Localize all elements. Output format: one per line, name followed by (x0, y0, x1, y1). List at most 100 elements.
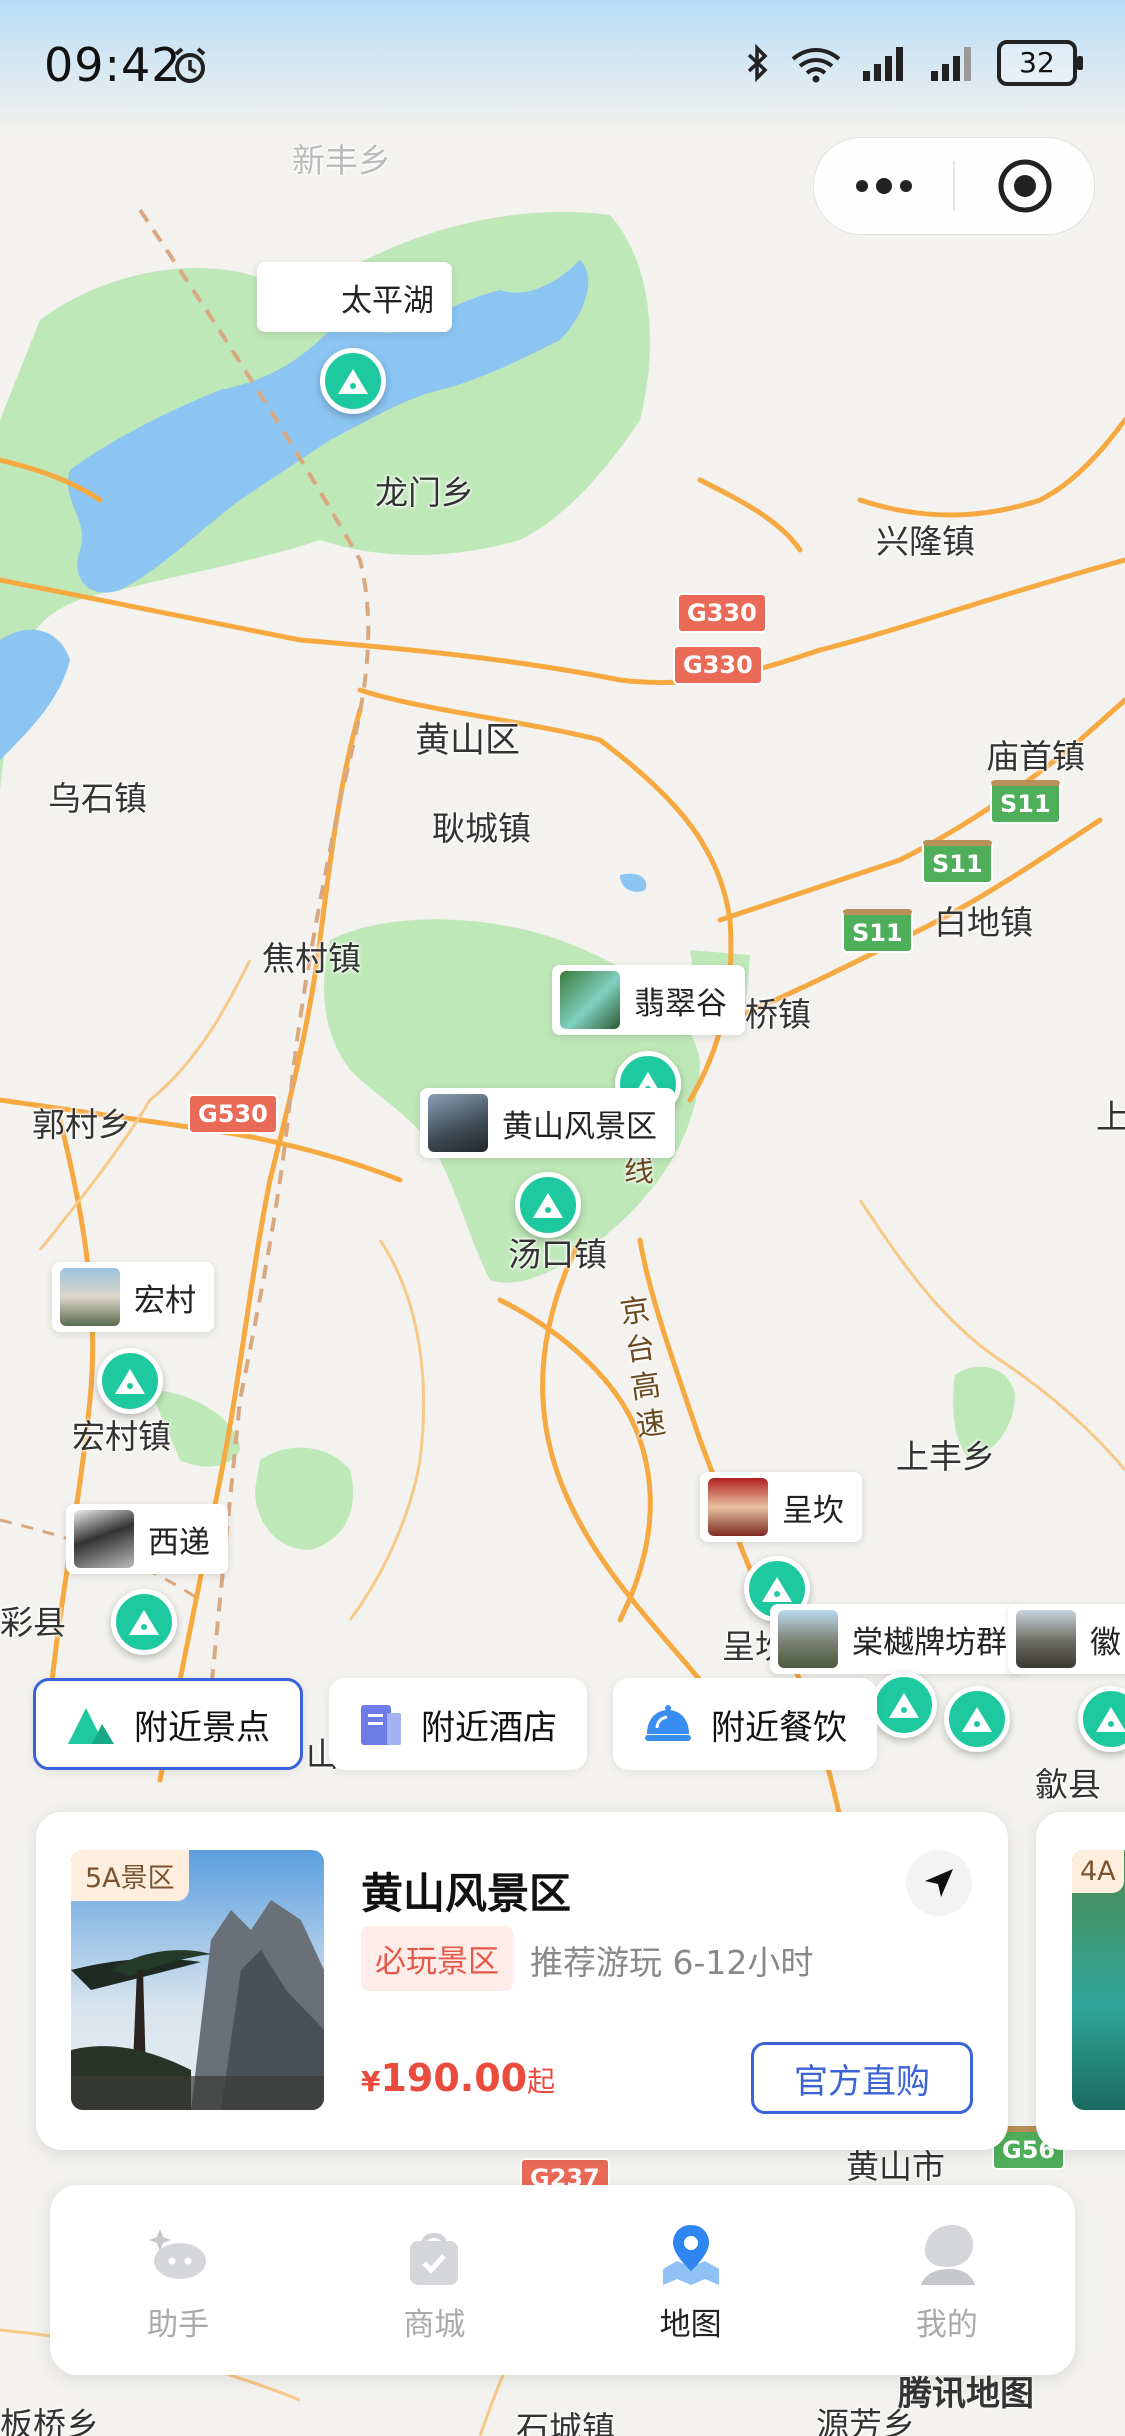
tab-label: 地图 (659, 2306, 722, 2343)
poi-pin[interactable] (944, 1686, 1010, 1752)
poi-chip-hongcun[interactable]: 宏村 (52, 1262, 214, 1332)
target-close-icon (998, 159, 1051, 213)
poi-name: 太平湖 (341, 282, 434, 319)
tab-label: 我的 (915, 2306, 978, 2343)
place-label: 彩县 (0, 1603, 66, 1642)
place-label: 石城镇 (516, 2409, 615, 2436)
poi-pin[interactable] (871, 1672, 937, 1738)
dining-icon (645, 1705, 691, 1741)
card-title: 黄山风景区 (361, 1869, 572, 1918)
poi-name: 黄山风景区 (502, 1108, 657, 1145)
assistant-icon (149, 2228, 207, 2279)
place-label: 耿城镇 (432, 809, 531, 848)
mountain-icon (68, 1708, 114, 1744)
poi-pin[interactable] (320, 348, 386, 414)
place-label: 上 (1096, 1097, 1125, 1136)
mountain-icon (889, 1693, 919, 1718)
navigation-arrow-icon (925, 1869, 953, 1897)
place-label: 庙首镇 (986, 737, 1085, 776)
mini-program-capsule (813, 137, 1095, 235)
signal-icon (931, 47, 971, 81)
mountain-icon (338, 369, 368, 394)
place-label: 歙县 (1035, 1765, 1101, 1804)
road-badge: G330 (677, 593, 767, 633)
road-badge: G330 (673, 645, 763, 685)
official-buy-button[interactable]: 官方直购 (751, 2042, 973, 2114)
poi-pin[interactable] (97, 1348, 163, 1414)
place-label: 龙门乡 (375, 473, 474, 512)
place-label: 黄山区 (415, 721, 521, 761)
price-value: 190.00 (380, 2056, 528, 2100)
filter-label: 附近景点 (134, 1707, 270, 1748)
filter-nearby-hotel[interactable]: 附近酒店 (329, 1678, 587, 1770)
battery-icon: 32 (997, 40, 1083, 86)
place-label: 郭村乡 (32, 1105, 131, 1144)
close-button[interactable] (955, 138, 1094, 234)
hotel-icon (361, 1705, 401, 1745)
poi-thumbnail (1016, 1610, 1076, 1668)
filter-nearby-scenic[interactable]: 附近景点 (33, 1678, 303, 1770)
next-scenic-photo: 4A (1072, 1850, 1125, 2110)
scenic-detail-card[interactable]: 5A景区 黄山风景区 必玩景区 推荐游玩 6-12小时 ¥190.00起 官方直… (36, 1812, 1008, 2150)
poi-pin[interactable] (111, 1589, 177, 1655)
shop-bag-icon (410, 2232, 459, 2285)
system-icons: 32 (745, 40, 1083, 86)
mountain-icon (962, 1707, 992, 1732)
place-label: 桥镇 (745, 995, 811, 1034)
bluetooth-icon (747, 43, 768, 83)
tab-map[interactable]: 地图 (563, 2185, 819, 2375)
status-time: 09:42 (44, 38, 182, 92)
poi-pin-selected[interactable] (515, 1172, 581, 1238)
mountain-icon (762, 1577, 792, 1602)
poi-chip-taiping-lake[interactable]: 太平湖 (257, 262, 452, 332)
poi-chip-hui[interactable]: 徽 (1008, 1604, 1125, 1674)
poi-chip-xidi[interactable]: 西递 (66, 1504, 228, 1574)
rating-badge: 4A (1072, 1850, 1124, 1893)
poi-thumbnail (708, 1478, 768, 1536)
price-currency: ¥ (361, 2065, 381, 2098)
map-pin-icon (662, 2224, 719, 2285)
poi-chip-tangyue-arches[interactable]: 棠樾牌坊群 (770, 1604, 1025, 1674)
filter-row: 附近景点 附近酒店 附近餐饮 (33, 1678, 877, 1770)
tab-shop[interactable]: 商城 (306, 2185, 562, 2375)
filter-nearby-dining[interactable]: 附近餐饮 (613, 1678, 877, 1770)
visit-duration: 推荐游玩 6-12小时 (530, 1943, 814, 1982)
poi-name: 呈坎 (782, 1492, 844, 1529)
place-label: 宏村镇 (72, 1417, 171, 1456)
mountain-icon (129, 1610, 159, 1635)
navigate-button[interactable] (906, 1850, 972, 1916)
tab-label: 助手 (147, 2306, 210, 2343)
poi-thumbnail (60, 1268, 120, 1326)
status-bar: 09:42 32 (0, 0, 1125, 130)
scenic-photo: 5A景区 (71, 1850, 324, 2110)
bottom-tab-bar: 助手 商城 地图 我的 (50, 2185, 1075, 2375)
mountain-icon (1096, 1707, 1125, 1732)
next-scenic-card[interactable]: 4A (1036, 1812, 1125, 2150)
profile-icon (920, 2224, 975, 2285)
poi-chip-chengkan[interactable]: 呈坎 (700, 1472, 862, 1542)
place-label: 新丰乡 (292, 141, 391, 180)
poi-thumbnail (74, 1510, 134, 1568)
poi-name: 宏村 (134, 1282, 196, 1319)
road-badge: S11 (990, 780, 1061, 824)
poi-name: 西递 (148, 1524, 210, 1561)
tencent-map-watermark: 腾讯地图 (898, 2374, 1034, 2414)
tab-profile[interactable]: 我的 (819, 2185, 1075, 2375)
place-label: 板桥乡 (0, 2405, 99, 2436)
poi-name: 徽 (1090, 1624, 1121, 1661)
road-badge: S11 (922, 840, 993, 884)
filter-label: 附近酒店 (421, 1707, 557, 1748)
must-visit-tag: 必玩景区 (361, 1926, 513, 1991)
tab-label: 商城 (403, 2306, 466, 2343)
poi-thumbnail (778, 1610, 838, 1668)
rating-badge: 5A景区 (71, 1850, 189, 1901)
price: ¥190.00起 (361, 2056, 555, 2100)
place-label: 白地镇 (934, 903, 1033, 942)
more-button[interactable] (814, 138, 953, 234)
place-label: 焦村镇 (262, 939, 361, 978)
more-dots-icon (855, 178, 912, 194)
poi-chip-jade-valley[interactable]: 翡翠谷 (552, 965, 745, 1035)
alarm-icon (174, 47, 206, 83)
tab-assistant[interactable]: 助手 (50, 2185, 306, 2375)
poi-chip-huangshan[interactable]: 黄山风景区 (420, 1088, 675, 1158)
